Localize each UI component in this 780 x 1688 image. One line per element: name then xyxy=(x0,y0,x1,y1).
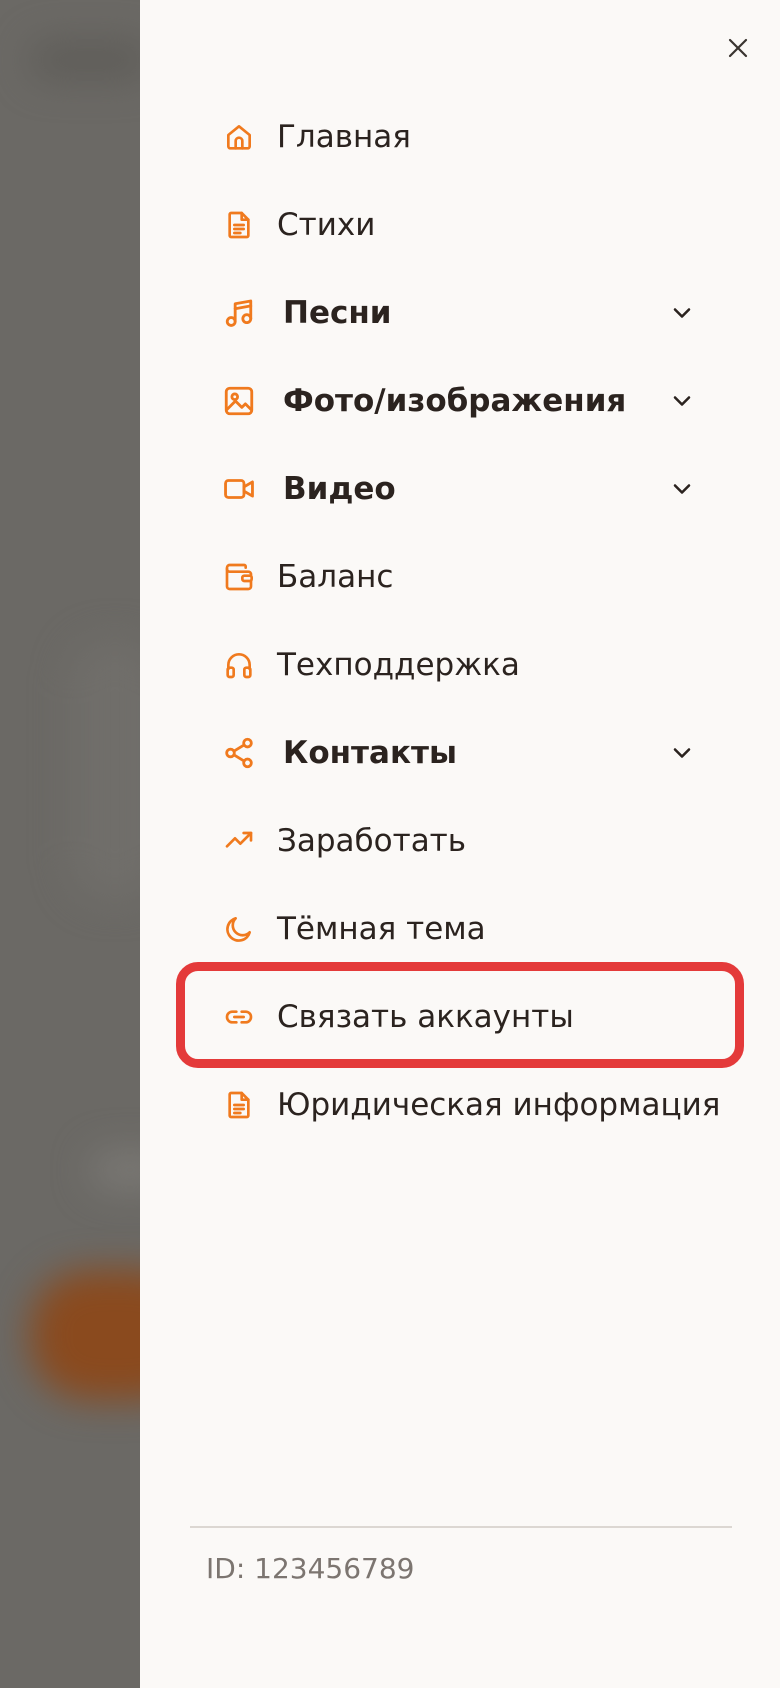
navigation-drawer: Главная Стихи Песни Фото/изображения Вид… xyxy=(140,0,780,1688)
menu-item-label: Тёмная тема xyxy=(277,911,486,947)
close-icon xyxy=(728,38,748,58)
chevron-down-icon[interactable] xyxy=(668,387,696,415)
menu-item-label: Техподдержка xyxy=(277,647,520,683)
menu-item-label: Контакты xyxy=(283,735,457,771)
image-icon xyxy=(222,384,256,418)
menu-item-label: Фото/изображения xyxy=(283,383,627,419)
menu-item-label: Главная xyxy=(277,119,411,155)
drawer-menu: Главная Стихи Песни Фото/изображения Вид… xyxy=(140,93,780,1149)
menu-item-support[interactable]: Техподдержка xyxy=(140,621,780,709)
footer-divider xyxy=(190,1526,732,1528)
menu-item-poems[interactable]: Стихи xyxy=(140,181,780,269)
document-icon xyxy=(222,208,256,242)
menu-item-label: Видео xyxy=(283,471,396,507)
menu-item-label: Юридическая информация xyxy=(277,1087,721,1123)
chevron-down-icon[interactable] xyxy=(668,739,696,767)
background-overlay-content xyxy=(30,40,150,80)
menu-item-dark-theme[interactable]: Тёмная тема xyxy=(140,885,780,973)
menu-item-label: Стихи xyxy=(277,207,376,243)
close-button[interactable] xyxy=(720,30,756,66)
menu-item-contacts[interactable]: Контакты xyxy=(140,709,780,797)
wallet-icon xyxy=(222,560,256,594)
menu-item-songs[interactable]: Песни xyxy=(140,269,780,357)
home-icon xyxy=(222,120,256,154)
menu-item-link-accounts[interactable]: Связать аккаунты xyxy=(140,973,780,1061)
menu-item-video[interactable]: Видео xyxy=(140,445,780,533)
menu-item-label: Песни xyxy=(283,295,392,331)
video-camera-icon xyxy=(222,472,256,506)
user-id-label: ID: 123456789 xyxy=(206,1552,415,1585)
menu-item-legal-info[interactable]: Юридическая информация xyxy=(140,1061,780,1149)
trending-up-icon xyxy=(222,824,256,858)
menu-item-balance[interactable]: Баланс xyxy=(140,533,780,621)
share-icon xyxy=(222,736,256,770)
menu-item-home[interactable]: Главная xyxy=(140,93,780,181)
headphones-icon xyxy=(222,648,256,682)
chevron-down-icon[interactable] xyxy=(668,299,696,327)
document-icon xyxy=(222,1088,256,1122)
moon-icon xyxy=(222,912,256,946)
menu-item-label: Заработать xyxy=(277,823,467,859)
menu-item-label: Баланс xyxy=(277,559,394,595)
menu-item-label: Связать аккаунты xyxy=(277,999,574,1035)
menu-item-photos[interactable]: Фото/изображения xyxy=(140,357,780,445)
music-note-icon xyxy=(222,296,256,330)
chevron-down-icon[interactable] xyxy=(668,475,696,503)
menu-item-earn[interactable]: Заработать xyxy=(140,797,780,885)
link-icon xyxy=(222,1000,256,1034)
app-screen: Главная Стихи Песни Фото/изображения Вид… xyxy=(0,0,780,1688)
